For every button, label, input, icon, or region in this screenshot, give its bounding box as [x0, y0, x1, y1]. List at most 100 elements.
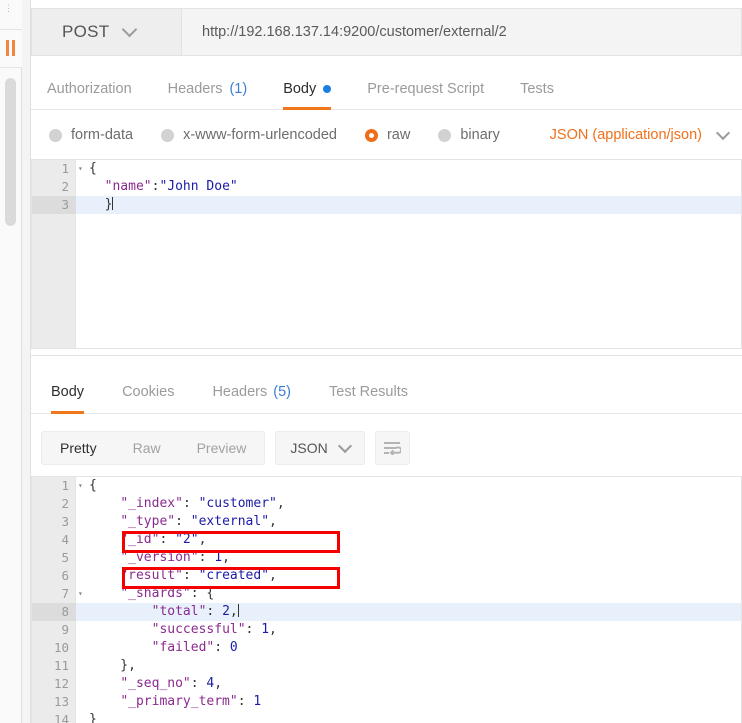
- radio-icon: [438, 128, 452, 142]
- code-text: "_seq_no": 4,: [120, 676, 223, 691]
- line-number: 10: [53, 640, 69, 655]
- line-number: 12: [53, 676, 69, 691]
- text-cursor: [112, 197, 114, 210]
- response-body-editor[interactable]: 1 ▾{2 "_index": "customer", 3 "_type": "ex…: [31, 476, 742, 723]
- left-rail-top-cell: ⋮: [0, 0, 22, 30]
- code-line: 1 ▾{: [32, 160, 741, 178]
- postman-window: ⋮ POST http://192.168.137.14:9200/custom…: [0, 0, 742, 723]
- line-number: 14: [53, 712, 69, 723]
- body-type-urlencoded[interactable]: x-www-form-urlencoded: [161, 127, 337, 143]
- url-bar: POST http://192.168.137.14:9200/customer…: [31, 8, 742, 56]
- vertical-scrollbar[interactable]: [5, 78, 16, 226]
- panel-divider: [22, 0, 31, 723]
- code-text: "_type": "external",: [120, 514, 277, 529]
- line-number: 4: [61, 532, 69, 547]
- code-line: 3 }: [32, 196, 741, 214]
- view-mode-preview[interactable]: Preview: [179, 431, 265, 465]
- pause-bars-icon[interactable]: [6, 40, 16, 56]
- body-type-raw[interactable]: raw: [364, 127, 411, 143]
- response-tab-cookies[interactable]: Cookies: [122, 374, 174, 414]
- body-type-binary[interactable]: binary: [438, 127, 500, 143]
- response-code-lines: 1 ▾{2 "_index": "customer", 3 "_type": "ex…: [32, 477, 741, 723]
- line-number: 3: [61, 514, 69, 529]
- http-method-selector[interactable]: POST: [31, 8, 181, 56]
- content-type-selector[interactable]: JSON (application/json): [550, 125, 742, 143]
- tab-tests[interactable]: Tests: [520, 68, 554, 110]
- tab-count: (5): [273, 384, 291, 400]
- body-type-form-data[interactable]: form-data: [49, 127, 133, 143]
- code-text: "_version": 1,: [120, 550, 230, 565]
- code-fold-icon[interactable]: ▾: [78, 477, 88, 495]
- response-tab-headers[interactable]: Headers (5): [212, 374, 291, 414]
- main-content: POST http://192.168.137.14:9200/customer…: [31, 0, 742, 723]
- view-mode-pretty[interactable]: Pretty: [42, 431, 115, 465]
- tab-headers[interactable]: Headers (1): [168, 68, 248, 110]
- request-body-editor[interactable]: 1 ▾{2 "name":"John Doe" 3 }: [31, 159, 742, 349]
- response-format-label: JSON: [290, 440, 328, 456]
- tab-label: Headers: [167, 80, 223, 97]
- tab-label: Tests: [520, 80, 554, 97]
- http-method-label: POST: [62, 22, 110, 41]
- request-tabs: Authorization Headers (1) Body Pre-reque…: [31, 68, 742, 110]
- code-line: 3 "_type": "external",: [32, 513, 741, 531]
- code-line: 1 ▾{: [32, 477, 741, 495]
- chevron-down-icon: [337, 438, 352, 453]
- code-line: 14}: [32, 711, 741, 723]
- tab-label: Body: [51, 384, 85, 400]
- view-mode-group: Pretty Raw Preview: [41, 431, 266, 465]
- tab-count: (1): [229, 80, 248, 97]
- radio-icon: [49, 128, 62, 142]
- radio-label: form-data: [71, 127, 134, 143]
- radio-label: raw: [386, 127, 411, 143]
- line-number: 9: [61, 622, 69, 637]
- line-number: 2: [61, 496, 69, 511]
- code-line: 5 "_version": 1,: [32, 549, 741, 567]
- tab-pre-request-script[interactable]: Pre-request Script: [367, 68, 484, 110]
- radio-label: binary: [460, 127, 500, 143]
- response-format-selector[interactable]: JSON: [275, 431, 365, 465]
- code-fold-icon[interactable]: ▾: [78, 585, 88, 603]
- tab-label: Pre-request Script: [367, 80, 485, 97]
- left-rail: ⋮: [0, 0, 22, 723]
- url-input[interactable]: http://192.168.137.14:9200/customer/exte…: [181, 8, 742, 56]
- tab-label: Cookies: [122, 384, 175, 400]
- code-text: "_primary_term": 1: [120, 694, 262, 709]
- response-view-bar: Pretty Raw Preview JSON: [31, 425, 742, 471]
- code-text: "_shards": {: [120, 586, 215, 601]
- line-number: 1: [61, 478, 69, 493]
- radio-selected-icon: [364, 128, 378, 142]
- code-text: "_index": "customer",: [120, 496, 285, 511]
- code-text: "result": "created",: [120, 568, 277, 583]
- code-text: "total": 2,: [151, 604, 239, 619]
- code-text: "failed": 0: [151, 640, 238, 655]
- code-line: 9 "successful": 1,: [32, 621, 741, 639]
- line-number: 8: [32, 603, 76, 621]
- code-text: "successful": 1,: [151, 622, 277, 637]
- code-text: "name":"John Doe": [104, 179, 238, 194]
- tab-label: Authorization: [47, 80, 132, 97]
- code-fold-icon[interactable]: ▾: [78, 160, 88, 178]
- tab-body[interactable]: Body: [283, 68, 332, 110]
- tab-authorization[interactable]: Authorization: [47, 68, 132, 110]
- view-mode-raw[interactable]: Raw: [115, 431, 179, 465]
- line-number: 2: [61, 179, 69, 194]
- line-number: 5: [61, 550, 69, 565]
- code-line: 8 "total": 2,: [32, 603, 741, 621]
- line-number: 13: [53, 694, 69, 709]
- tab-label: Test Results: [329, 384, 408, 400]
- code-text: {: [89, 478, 97, 493]
- code-line: 12 "_seq_no": 4,: [32, 675, 741, 693]
- code-line: 11 },: [32, 657, 741, 675]
- code-text: }: [89, 197, 114, 212]
- text-cursor: [237, 604, 239, 617]
- radio-label: x-www-form-urlencoded: [183, 127, 337, 143]
- line-number: 3: [32, 196, 76, 214]
- tab-label: Headers: [212, 384, 268, 400]
- chevron-down-icon: [715, 125, 731, 140]
- word-wrap-toggle[interactable]: [374, 431, 410, 465]
- code-text: {: [89, 161, 97, 176]
- line-number: 7: [61, 586, 69, 601]
- code-line: 7 ▾ "_shards": {: [32, 585, 741, 603]
- response-tab-test-results[interactable]: Test Results: [329, 374, 408, 414]
- response-tab-body[interactable]: Body: [51, 374, 85, 414]
